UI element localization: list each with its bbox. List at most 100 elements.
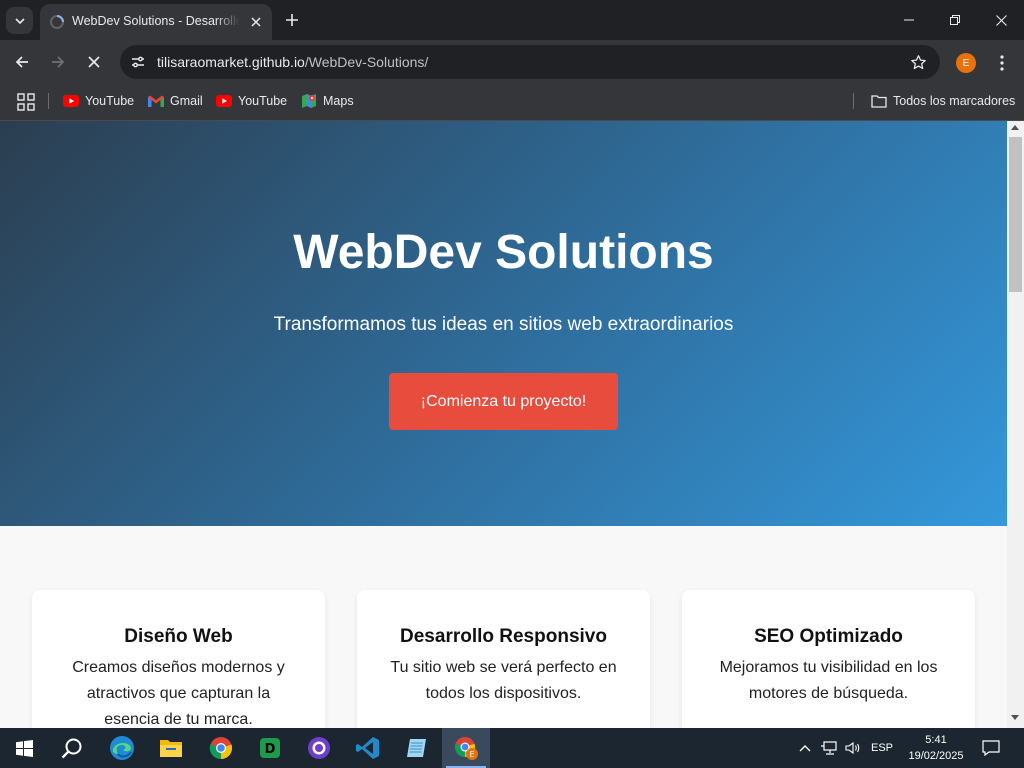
tab-search-button[interactable] <box>6 7 33 34</box>
close-icon <box>995 14 1007 26</box>
plus-icon <box>286 14 298 26</box>
tab-title: WebDev Solutions - Desarrollo Web <box>72 14 240 28</box>
arrow-right-icon <box>52 56 65 68</box>
hero-title: WebDev Solutions <box>293 226 714 279</box>
taskbar-vscode[interactable] <box>344 728 392 768</box>
taskbar-search-button[interactable] <box>48 728 96 768</box>
page-scrollbar[interactable] <box>1007 121 1024 728</box>
stop-loading-button[interactable] <box>80 48 108 76</box>
back-button[interactable] <box>8 48 36 76</box>
bookmark-youtube-2[interactable]: YouTube <box>216 91 287 111</box>
network-icon <box>821 741 837 755</box>
start-button[interactable] <box>0 728 48 768</box>
youtube-icon <box>216 95 232 107</box>
profile-avatar[interactable]: E <box>956 53 976 73</box>
start-project-button[interactable]: ¡Comienza tu proyecto! <box>389 373 618 430</box>
show-hidden-icons-button[interactable] <box>794 728 816 768</box>
service-title: SEO Optimizado <box>754 626 903 647</box>
apps-grid-icon[interactable] <box>16 92 36 112</box>
bookmarks-bar: YouTube Gmail YouTube Maps Todos los mar… <box>0 85 1024 121</box>
notification-icon <box>982 740 1000 756</box>
svg-text:E: E <box>469 750 474 759</box>
taskbar-notepad[interactable] <box>393 728 441 768</box>
new-tab-button[interactable] <box>281 9 303 31</box>
taskbar-dbeaver[interactable]: D <box>246 728 294 768</box>
close-window-button[interactable] <box>978 0 1024 40</box>
taskbar-chrome[interactable] <box>197 728 245 768</box>
restore-button[interactable] <box>932 0 978 40</box>
notifications-button[interactable] <box>978 728 1004 768</box>
taskbar-chrome-profile[interactable]: E <box>442 728 490 768</box>
bookmark-youtube-1[interactable]: YouTube <box>63 91 134 111</box>
all-bookmarks-button[interactable]: Todos los marcadores <box>871 91 1015 111</box>
bookmarks-separator <box>48 93 49 109</box>
page-viewport: WebDev Solutions Transformamos tus ideas… <box>0 121 1024 728</box>
network-button[interactable] <box>818 728 840 768</box>
bookmarks-separator <box>853 93 854 109</box>
bookmark-label: Gmail <box>170 94 203 108</box>
vscode-icon <box>356 737 379 759</box>
chrome-icon <box>209 737 233 760</box>
bookmark-gmail[interactable]: Gmail <box>148 91 203 111</box>
service-description: Creamos diseños modernos y atractivos qu… <box>72 659 285 728</box>
tab-close-button[interactable] <box>246 12 266 32</box>
star-icon <box>910 54 926 69</box>
clock[interactable]: 5:41 19/02/2025 <box>900 732 972 764</box>
address-bar[interactable]: tilisaraomarket.github.io/WebDev-Solutio… <box>120 45 940 79</box>
scroll-thumb[interactable] <box>1009 137 1022 292</box>
volume-button[interactable] <box>842 728 864 768</box>
service-description: Mejoramos tu visibilidad en los motores … <box>719 659 938 702</box>
minimize-icon <box>904 19 914 21</box>
all-bookmarks-label: Todos los marcadores <box>893 94 1016 108</box>
tune-icon <box>132 56 144 68</box>
service-title: Desarrollo Responsivo <box>400 626 607 647</box>
search-icon <box>61 738 82 759</box>
github-desktop-icon <box>308 737 330 759</box>
chevron-down-icon <box>14 17 25 24</box>
arrow-left-icon <box>15 56 28 68</box>
dbeaver-icon: D <box>260 738 280 758</box>
site-info-button[interactable] <box>126 50 150 74</box>
taskbar-github-desktop[interactable] <box>295 728 343 768</box>
bookmark-maps[interactable]: Maps <box>301 91 354 111</box>
language-indicator[interactable]: ESP <box>868 728 896 768</box>
scroll-up-arrow-icon[interactable] <box>1011 125 1019 130</box>
bookmark-label: YouTube <box>85 94 135 108</box>
more-vert-icon <box>1000 55 1004 71</box>
active-tab[interactable]: WebDev Solutions - Desarrollo Web <box>40 4 272 40</box>
notepad-icon <box>407 739 426 757</box>
edge-icon <box>110 736 134 760</box>
chevron-up-icon <box>799 745 811 752</box>
url-host: tilisaraomarket.github.io <box>157 54 305 70</box>
service-card-web-design: Diseño Web Creamos diseños modernos y at… <box>32 590 325 728</box>
service-description: Tu sitio web se verá perfecto en todos l… <box>390 659 617 702</box>
windows-start-icon <box>15 739 33 757</box>
service-title: Diseño Web <box>124 626 233 647</box>
bookmark-star-button[interactable] <box>908 52 928 72</box>
restore-icon <box>950 15 960 25</box>
forward-button[interactable] <box>44 48 72 76</box>
bookmark-label: Maps <box>323 94 354 108</box>
taskbar-file-explorer[interactable] <box>147 728 195 768</box>
hero-section: WebDev Solutions Transformamos tus ideas… <box>0 121 1007 526</box>
clock-time: 5:41 <box>925 734 947 746</box>
bookmark-label: YouTube <box>238 94 288 108</box>
folder-icon <box>871 95 887 108</box>
maps-icon <box>302 94 316 108</box>
browser-menu-button[interactable] <box>990 51 1014 75</box>
scroll-down-arrow-icon[interactable] <box>1011 715 1019 720</box>
svg-text:D: D <box>265 742 276 757</box>
url-path: /WebDev-Solutions/ <box>304 54 429 70</box>
clock-date: 19/02/2025 <box>908 750 964 762</box>
minimize-button[interactable] <box>886 0 932 40</box>
volume-icon <box>845 741 860 755</box>
service-card-seo: SEO Optimizado Mejoramos tu visibilidad … <box>682 590 975 728</box>
close-icon <box>251 17 261 27</box>
service-card-responsive: Desarrollo Responsivo Tu sitio web se ve… <box>357 590 650 728</box>
taskbar-edge[interactable] <box>98 728 146 768</box>
browser-toolbar: tilisaraomarket.github.io/WebDev-Solutio… <box>0 40 1024 85</box>
hero-subtitle: Transformamos tus ideas en sitios web ex… <box>273 314 734 335</box>
chrome-profile-icon: E <box>454 737 478 760</box>
file-explorer-icon <box>160 740 182 757</box>
tab-strip: WebDev Solutions - Desarrollo Web <box>0 0 1024 40</box>
